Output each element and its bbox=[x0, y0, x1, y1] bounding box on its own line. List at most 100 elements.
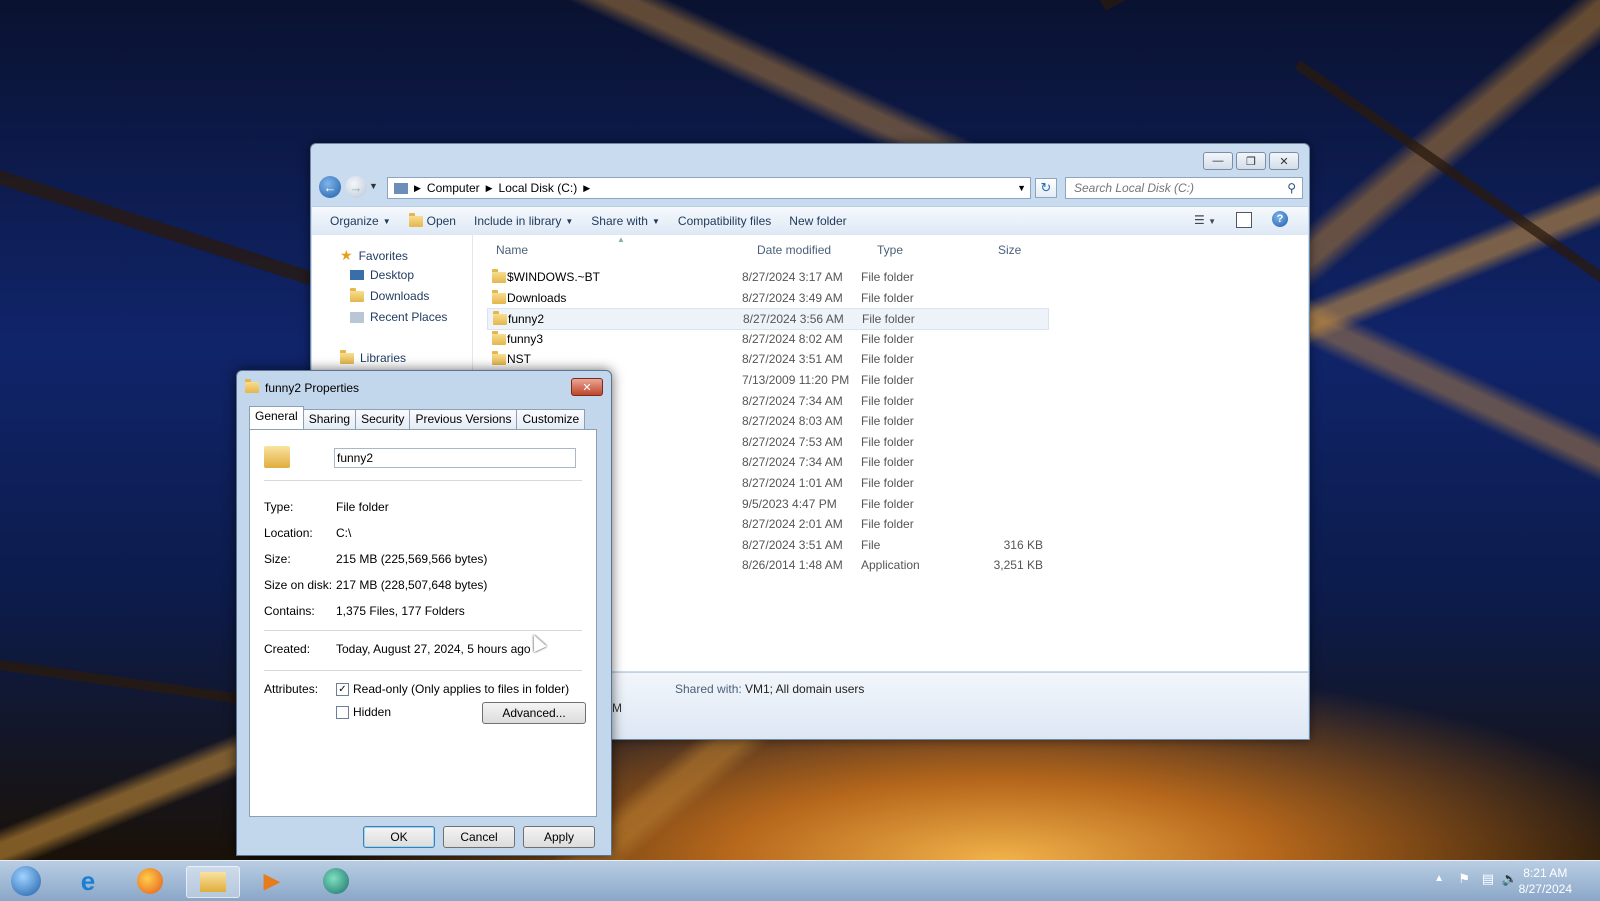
nav-libraries[interactable]: Libraries bbox=[340, 349, 407, 365]
nav-favorites[interactable]: ★ Favorites bbox=[340, 247, 408, 264]
new-folder-label: New folder bbox=[789, 214, 847, 228]
size-label: Size: bbox=[264, 552, 291, 566]
organize-menu[interactable]: Organize ▼ bbox=[330, 214, 391, 228]
maximize-button[interactable]: ❐ bbox=[1236, 152, 1266, 170]
table-row[interactable]: Downloads 8/27/2024 3:49 AM File folder bbox=[487, 288, 1047, 308]
row-type: File folder bbox=[861, 393, 914, 408]
column-header-type[interactable]: Type bbox=[877, 243, 903, 257]
nav-desktop-label: Desktop bbox=[370, 268, 415, 282]
hidden-checkbox[interactable] bbox=[336, 706, 349, 719]
include-in-library-menu[interactable]: Include in library ▼ bbox=[474, 214, 573, 228]
recent-pages-dropdown[interactable]: ▼ bbox=[369, 181, 378, 191]
shared-with-value: VM1; All domain users bbox=[745, 682, 865, 696]
nav-libraries-label: Libraries bbox=[360, 351, 407, 365]
large-folder-icon bbox=[264, 446, 290, 468]
search-icon: ⚲ bbox=[1287, 181, 1296, 195]
internet-explorer-button[interactable]: e bbox=[68, 866, 108, 896]
size-value: 215 MB (225,569,566 bytes) bbox=[336, 552, 488, 566]
breadcrumb-computer[interactable]: Computer bbox=[427, 181, 480, 195]
view-options-button[interactable]: ☰ ▼ bbox=[1194, 213, 1216, 227]
row-type: File folder bbox=[861, 290, 914, 305]
type-label: Type: bbox=[264, 500, 294, 514]
firefox-button[interactable] bbox=[130, 866, 170, 896]
table-row[interactable]: $WINDOWS.~BT 8/27/2024 3:17 AM File folder bbox=[487, 267, 1047, 287]
downloads-folder-icon bbox=[350, 287, 364, 302]
row-date-modified: 8/27/2024 8:02 AM bbox=[742, 331, 843, 346]
contains-label: Contains: bbox=[264, 604, 315, 618]
share-with-menu[interactable]: Share with ▼ bbox=[591, 214, 660, 228]
readonly-checkbox[interactable]: ✓ bbox=[336, 683, 349, 696]
open-folder-icon bbox=[408, 212, 423, 227]
clock[interactable]: 8:21 AM 8/27/2024 bbox=[1519, 865, 1572, 897]
tab-general[interactable]: General bbox=[249, 406, 304, 430]
breadcrumb-local-disk[interactable]: Local Disk (C:) bbox=[499, 181, 578, 195]
apply-button[interactable]: Apply bbox=[523, 826, 595, 848]
row-date-modified: 8/27/2024 3:51 AM bbox=[742, 352, 843, 367]
column-header-date-modified[interactable]: Date modified bbox=[757, 243, 831, 257]
back-button[interactable]: ← bbox=[319, 176, 341, 198]
hidden-label[interactable]: Hidden bbox=[353, 705, 391, 719]
row-type: File folder bbox=[861, 331, 914, 346]
new-folder-button[interactable]: New folder bbox=[789, 214, 846, 228]
row-type: File folder bbox=[861, 455, 914, 470]
wallpaper-beam bbox=[1100, 0, 1565, 11]
column-header-size[interactable]: Size bbox=[998, 243, 1021, 257]
type-value: File folder bbox=[336, 500, 389, 514]
firefox-icon bbox=[137, 868, 163, 894]
table-row[interactable]: NST 8/27/2024 3:51 AM File folder bbox=[487, 349, 1047, 369]
preview-pane-button[interactable] bbox=[1236, 212, 1252, 228]
window-controls: — ❐ ✕ bbox=[1203, 152, 1299, 170]
compatibility-files-button[interactable]: Compatibility files bbox=[678, 214, 771, 228]
advanced-button[interactable]: Advanced... bbox=[482, 702, 586, 724]
cancel-button[interactable]: Cancel bbox=[443, 826, 515, 848]
address-bar[interactable]: ▶ Computer ▶ Local Disk (C:) ▶ ▼ bbox=[387, 177, 1031, 199]
open-button[interactable]: Open bbox=[408, 212, 456, 228]
nav-favorites-label: Favorites bbox=[358, 248, 408, 263]
windows-start-icon bbox=[11, 866, 41, 896]
forward-button[interactable]: → bbox=[345, 176, 367, 198]
nav-desktop[interactable]: Desktop bbox=[350, 268, 414, 282]
sort-indicator-icon: ▲ bbox=[617, 235, 625, 244]
taskbar: e ▶ ▲ ⚑ ▤ 🔈 8:21 AM 8/27/2024 bbox=[0, 860, 1600, 901]
table-row[interactable]: funny3 8/27/2024 8:02 AM File folder bbox=[487, 329, 1047, 349]
media-player-button[interactable]: ▶ bbox=[252, 866, 292, 896]
clock-time: 8:21 AM bbox=[1523, 866, 1568, 880]
refresh-button[interactable]: ↻ bbox=[1035, 178, 1057, 198]
column-header-name[interactable]: Name bbox=[496, 243, 528, 257]
close-button[interactable]: ✕ bbox=[1269, 152, 1299, 170]
explorer-taskbar-button[interactable] bbox=[186, 866, 240, 898]
table-row[interactable]: funny2 8/27/2024 3:56 AM File folder bbox=[487, 308, 1049, 331]
readonly-label[interactable]: Read-only (Only applies to files in fold… bbox=[353, 682, 569, 696]
nav-recent-places[interactable]: Recent Places bbox=[350, 310, 447, 324]
ok-button[interactable]: OK bbox=[363, 826, 435, 848]
divider bbox=[264, 670, 582, 671]
row-name: NST bbox=[507, 352, 531, 367]
dialog-title: funny2 Properties bbox=[265, 381, 360, 395]
row-date-modified: 8/27/2024 7:53 AM bbox=[742, 434, 843, 449]
network-icon[interactable]: ▤ bbox=[1482, 871, 1494, 887]
network-app-button[interactable] bbox=[316, 866, 356, 896]
tab-sharing[interactable]: Sharing bbox=[302, 409, 357, 430]
volume-muted-icon[interactable]: 🔈 bbox=[1502, 871, 1518, 887]
tab-customize[interactable]: Customize bbox=[516, 409, 586, 430]
row-type: File folder bbox=[861, 352, 914, 367]
help-button[interactable]: ? bbox=[1272, 211, 1288, 227]
search-input[interactable] bbox=[1072, 180, 1276, 196]
minimize-button[interactable]: — bbox=[1203, 152, 1233, 170]
include-in-library-label: Include in library bbox=[473, 214, 562, 228]
divider bbox=[264, 480, 582, 481]
dialog-close-button[interactable]: ✕ bbox=[571, 378, 603, 396]
start-button[interactable] bbox=[6, 866, 46, 896]
tab-security[interactable]: Security bbox=[355, 409, 411, 430]
clock-date: 8/27/2024 bbox=[1518, 882, 1572, 896]
folder-name-input[interactable] bbox=[334, 448, 576, 468]
show-hidden-icons-button[interactable]: ▲ bbox=[1434, 873, 1444, 884]
row-date-modified: 7/13/2009 11:20 PM bbox=[742, 373, 850, 387]
action-center-icon[interactable]: ⚑ bbox=[1458, 871, 1470, 887]
address-dropdown-icon[interactable]: ▼ bbox=[1017, 183, 1026, 193]
search-box[interactable]: ⚲ bbox=[1065, 177, 1303, 199]
nav-downloads[interactable]: Downloads bbox=[350, 287, 429, 303]
contains-value: 1,375 Files, 177 Folders bbox=[336, 604, 465, 618]
tab-previous-versions[interactable]: Previous Versions bbox=[409, 409, 518, 430]
back-arrow-icon: ← bbox=[323, 179, 337, 195]
